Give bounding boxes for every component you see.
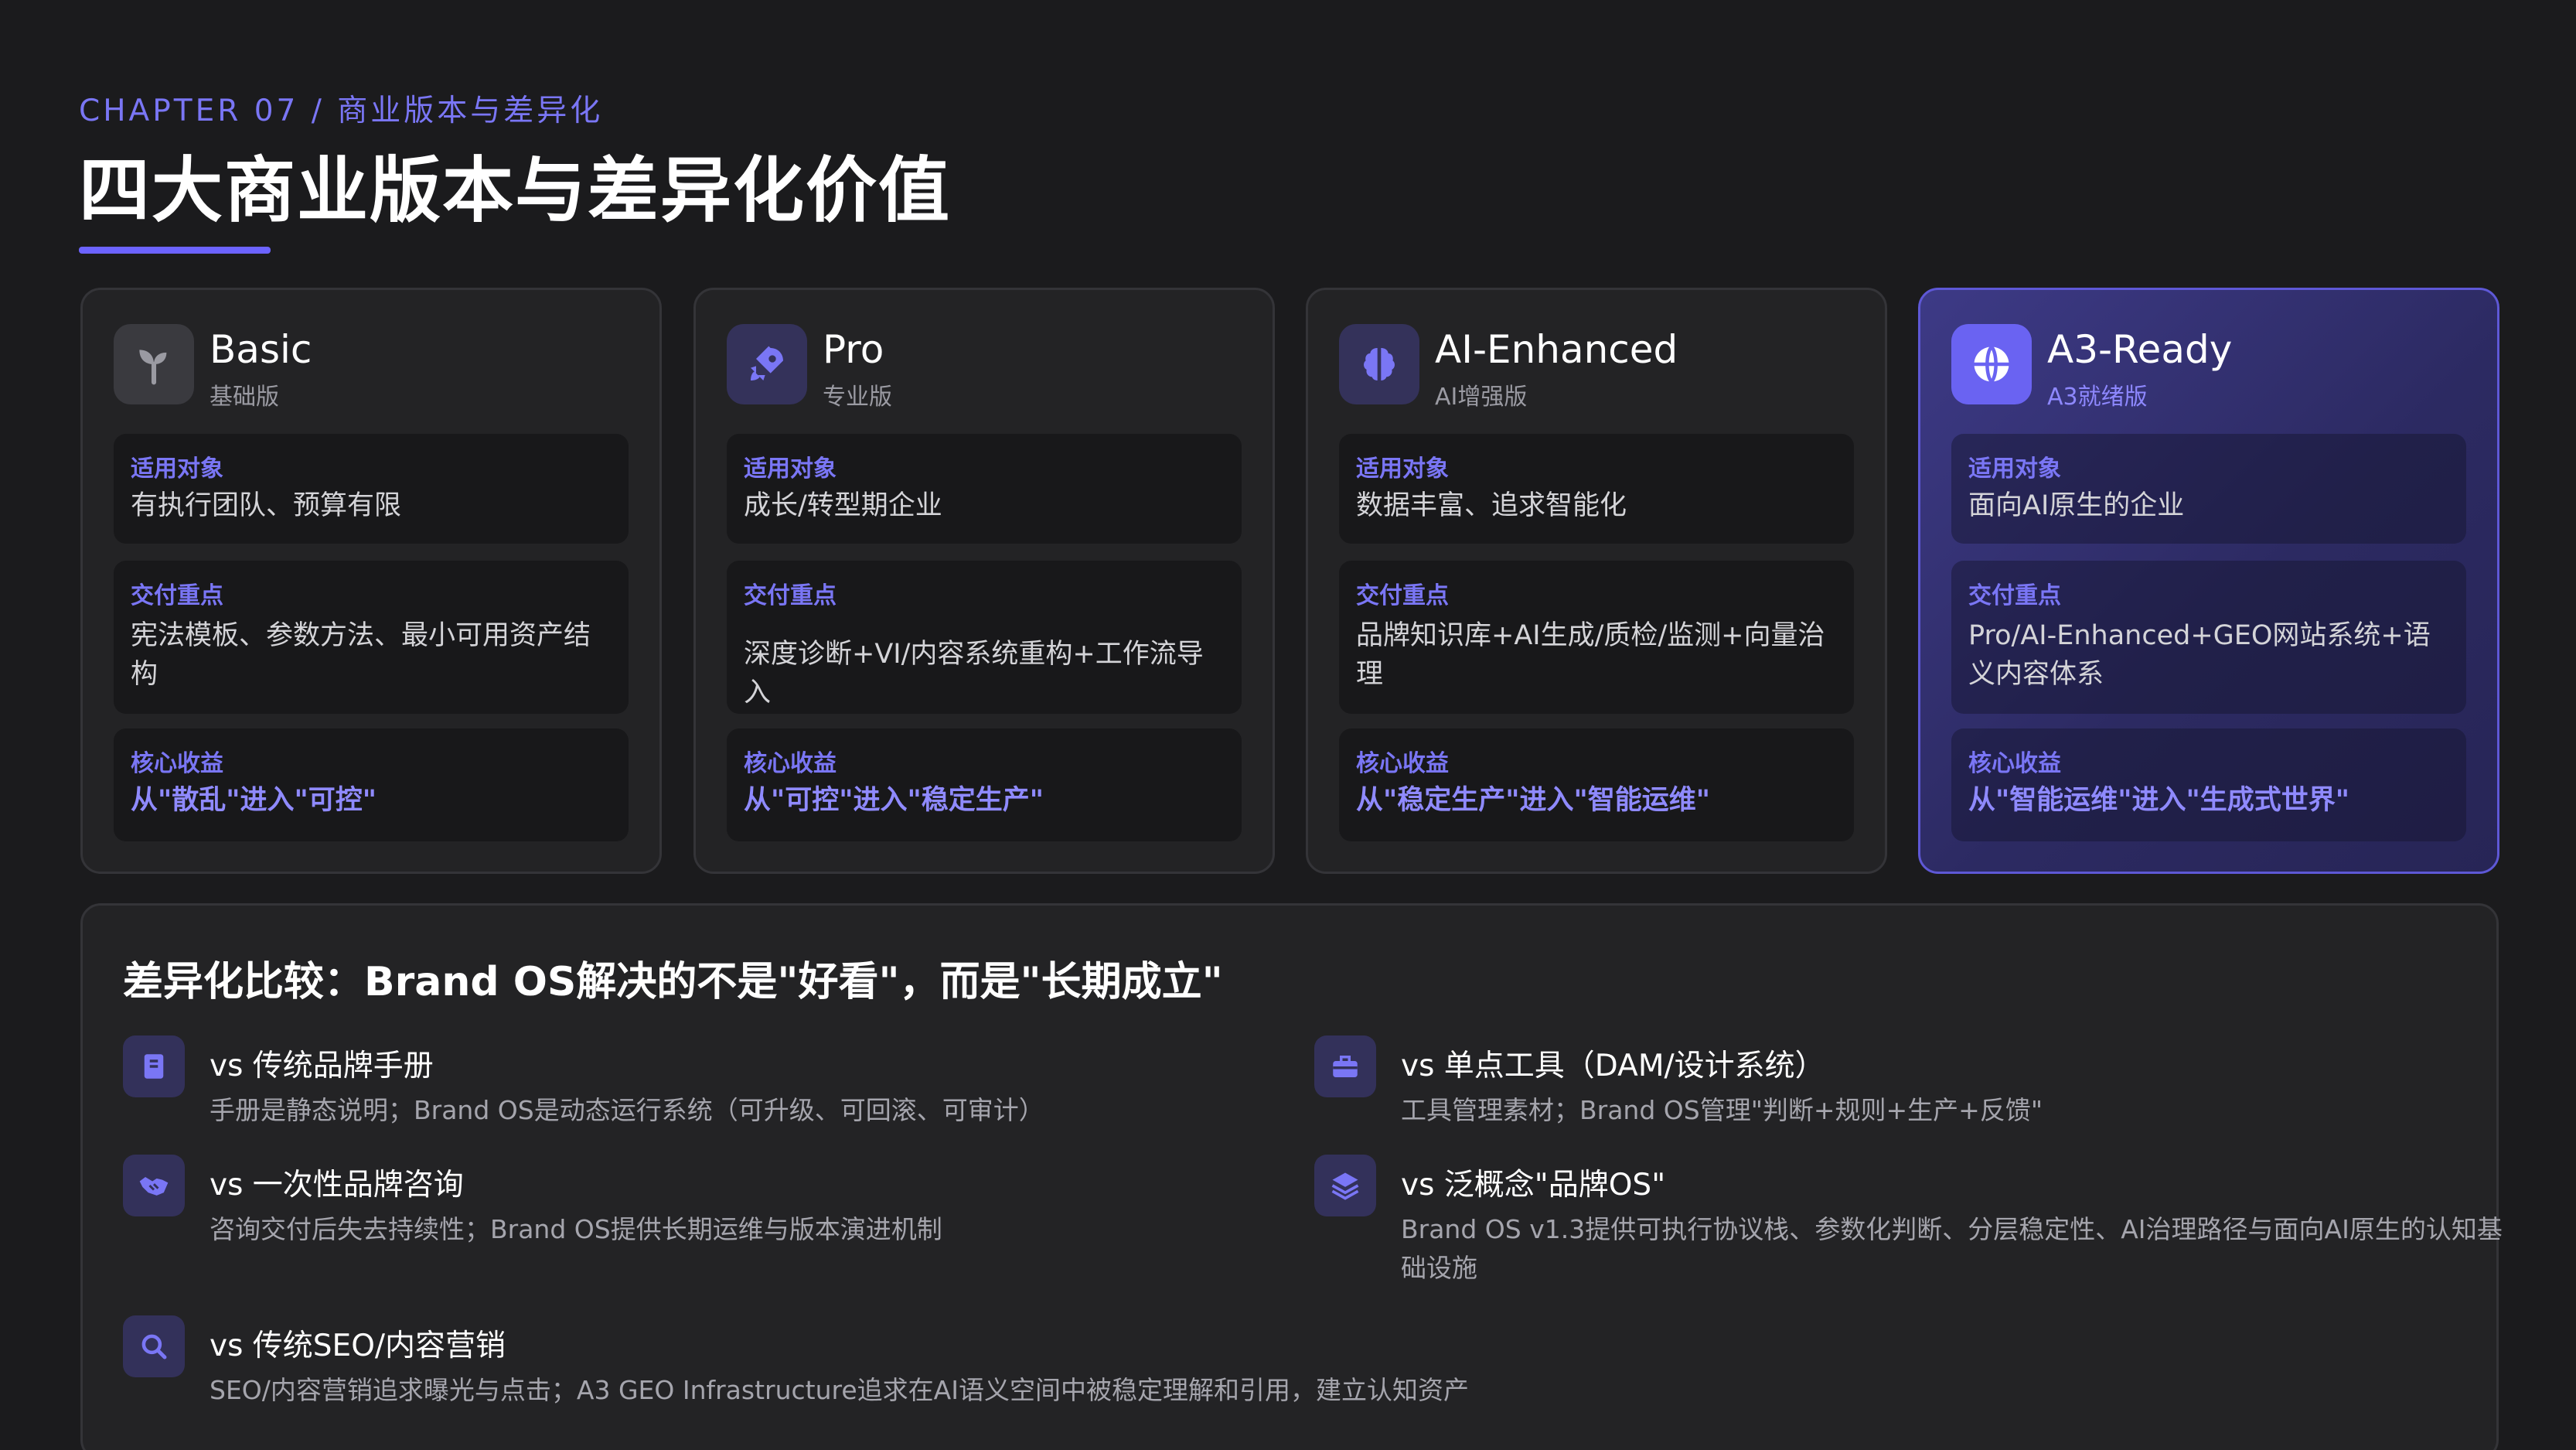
compare-item-title: vs 泛概念"品牌OS" <box>1401 1168 1666 1203</box>
delivery-label: 交付重点 <box>1968 582 2061 609</box>
target-box: 适用对象 有执行团队、预算有限 <box>114 434 629 544</box>
comparison-title: 差异化比较：Brand OS解决的不是"好看"，而是"长期成立" <box>123 959 1223 1005</box>
card-name: AI-Enhanced <box>1435 327 1678 372</box>
benefit-box: 核心收益 从"散乱"进入"可控" <box>114 728 629 841</box>
delivery-label: 交付重点 <box>131 582 223 609</box>
benefit-text: 从"散乱"进入"可控" <box>131 785 377 816</box>
card-name: Basic <box>210 327 312 372</box>
layers-icon <box>1314 1155 1376 1216</box>
benefit-label: 核心收益 <box>1968 750 2061 777</box>
target-label: 适用对象 <box>1356 455 1449 483</box>
benefit-box: 核心收益 从"稳定生产"进入"智能运维" <box>1339 728 1854 841</box>
compare-item-title: vs 传统品牌手册 <box>210 1049 434 1083</box>
benefit-text: 从"稳定生产"进入"智能运维" <box>1356 785 1710 816</box>
delivery-box: 交付重点 品牌知识库+AI生成/质检/监测+向量治理 <box>1339 561 1854 714</box>
compare-item-title: vs 一次性品牌咨询 <box>210 1168 464 1203</box>
target-text: 数据丰富、追求智能化 <box>1356 490 1627 521</box>
globe-icon <box>1951 324 2032 404</box>
card-subtitle: 专业版 <box>823 384 892 411</box>
rocket-icon <box>727 324 807 404</box>
slide: CHAPTER 07 / 商业版本与差异化 四大商业版本与差异化价值 Basic… <box>0 0 2576 1450</box>
benefit-box: 核心收益 从"智能运维"进入"生成式世界" <box>1951 728 2466 841</box>
title-underline <box>79 247 271 254</box>
target-label: 适用对象 <box>744 455 837 483</box>
target-label: 适用对象 <box>1968 455 2061 483</box>
delivery-box: 交付重点 Pro/AI-Enhanced+GEO网站系统+语义内容体系 <box>1951 561 2466 714</box>
sprout-icon <box>114 324 194 404</box>
page-title: 四大商业版本与差异化价值 <box>79 149 952 232</box>
toolbox-icon <box>1314 1035 1376 1097</box>
version-cards: Basic 基础版 适用对象 有执行团队、预算有限 交付重点 宪法模板、参数方法… <box>80 288 2499 874</box>
target-box: 适用对象 成长/转型期企业 <box>727 434 1242 544</box>
card-subtitle: 基础版 <box>210 384 279 411</box>
card-subtitle: A3就绪版 <box>2047 384 2148 411</box>
delivery-box: 交付重点 深度诊断+VI/内容系统重构+工作流导入 <box>727 561 1242 714</box>
compare-item-desc: Brand OS v1.3提供可执行协议栈、参数化判断、分层稳定性、AI治理路径… <box>1401 1214 2503 1283</box>
target-box: 适用对象 数据丰富、追求智能化 <box>1339 434 1854 544</box>
benefit-label: 核心收益 <box>744 750 837 777</box>
benefit-box: 核心收益 从"可控"进入"稳定生产" <box>727 728 1242 841</box>
delivery-box: 交付重点 宪法模板、参数方法、最小可用资产结构 <box>114 561 629 714</box>
target-text: 面向AI原生的企业 <box>1968 490 2185 521</box>
compare-item-desc: 工具管理素材；Brand OS管理"判断+规则+生产+反馈" <box>1401 1095 2043 1125</box>
target-box: 适用对象 面向AI原生的企业 <box>1951 434 2466 544</box>
delivery-label: 交付重点 <box>744 582 837 609</box>
benefit-text: 从"智能运维"进入"生成式世界" <box>1968 785 2349 816</box>
delivery-text: 品牌知识库+AI生成/质检/监测+向量治理 <box>1356 620 1825 690</box>
comparison-panel: 差异化比较：Brand OS解决的不是"好看"，而是"长期成立" vs 传统品牌… <box>80 903 2503 1450</box>
book-icon <box>123 1035 185 1097</box>
handshake-icon <box>123 1155 185 1216</box>
card-pro: Pro 专业版 适用对象 成长/转型期企业 交付重点 深度诊断+VI/内容系统重… <box>693 288 1275 874</box>
delivery-text: Pro/AI-Enhanced+GEO网站系统+语义内容体系 <box>1968 620 2431 690</box>
card-ai-enhanced: AI-Enhanced AI增强版 适用对象 数据丰富、追求智能化 交付重点 品… <box>1306 288 1887 874</box>
card-a3-ready: A3-Ready A3就绪版 适用对象 面向AI原生的企业 交付重点 Pro/A… <box>1918 288 2499 874</box>
target-label: 适用对象 <box>131 455 223 483</box>
delivery-text: 深度诊断+VI/内容系统重构+工作流导入 <box>744 639 1204 708</box>
benefit-label: 核心收益 <box>1356 750 1449 777</box>
target-text: 有执行团队、预算有限 <box>131 490 402 521</box>
benefit-text: 从"可控"进入"稳定生产" <box>744 785 1044 816</box>
card-name: A3-Ready <box>2047 327 2233 372</box>
card-name: Pro <box>823 327 884 372</box>
compare-item-title: vs 单点工具（DAM/设计系统） <box>1401 1049 1825 1083</box>
chapter-eyebrow: CHAPTER 07 / 商业版本与差异化 <box>79 94 604 128</box>
delivery-label: 交付重点 <box>1356 582 1449 609</box>
target-text: 成长/转型期企业 <box>744 490 942 521</box>
brain-icon <box>1339 324 1419 404</box>
card-subtitle: AI增强版 <box>1435 384 1528 411</box>
compare-item-title: vs 传统SEO/内容营销 <box>210 1329 506 1363</box>
card-basic: Basic 基础版 适用对象 有执行团队、预算有限 交付重点 宪法模板、参数方法… <box>80 288 662 874</box>
compare-item-desc: SEO/内容营销追求曝光与点击；A3 GEO Infrastructure追求在… <box>210 1375 1469 1405</box>
search-icon <box>123 1315 185 1377</box>
delivery-text: 宪法模板、参数方法、最小可用资产结构 <box>131 620 591 690</box>
benefit-label: 核心收益 <box>131 750 223 777</box>
